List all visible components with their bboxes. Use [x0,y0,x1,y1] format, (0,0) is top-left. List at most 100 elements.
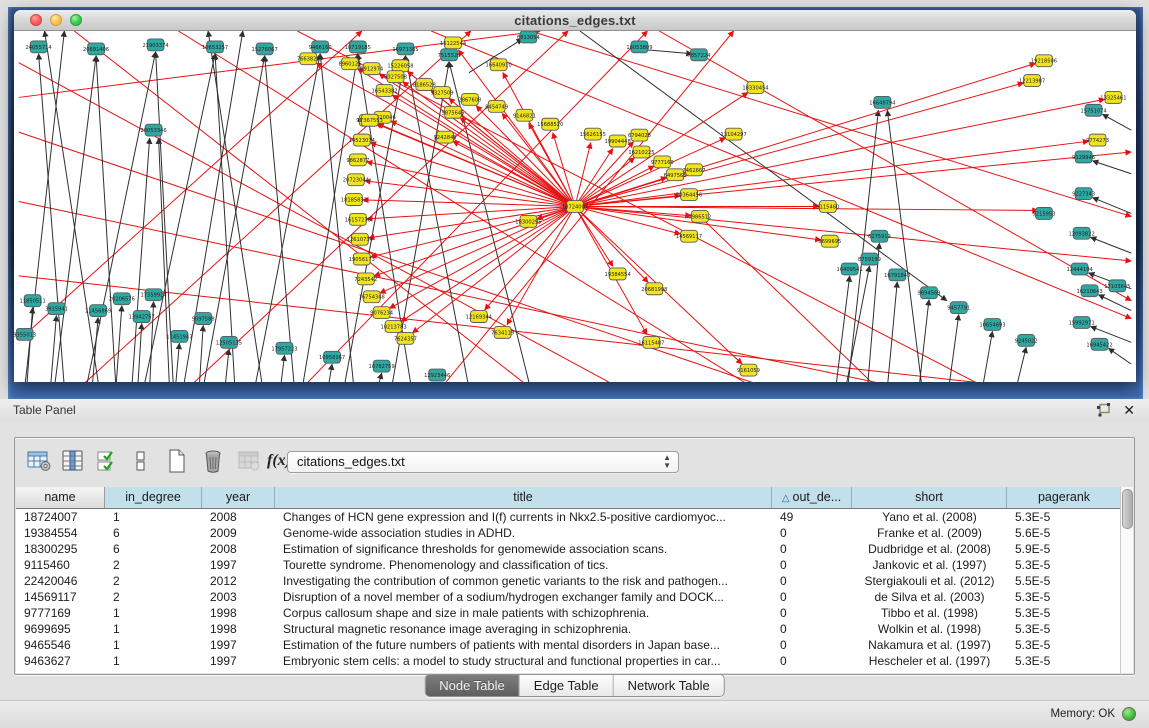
graph-node[interactable]: 8759199 [858,253,881,265]
graph-node[interactable]: 9076234 [370,307,393,319]
graph-node[interactable]: 9862877 [346,154,369,166]
graph-node[interactable]: 17957223 [271,342,297,354]
graph-node[interactable]: 6275919 [868,230,891,242]
graph-node[interactable]: 20681998 [641,283,667,295]
graph-node[interactable]: 20206576 [109,293,135,305]
graph-node[interactable]: 8186528 [413,79,436,91]
graph-node[interactable]: 10958167 [319,351,345,363]
graph-node[interactable]: 9466160 [309,41,332,53]
column-header-year[interactable]: year [202,487,275,508]
table-settings-icon[interactable] [25,447,53,475]
graph-node[interactable]: 7663822 [297,53,320,65]
graph-node[interactable]: 9146821 [513,109,536,121]
graph-node[interactable]: 16640910 [486,59,512,71]
graph-node[interactable]: 20053346 [141,124,167,136]
column-header-out-de-[interactable]: △out_de... [772,487,852,508]
graph-node[interactable]: 16782759 [369,360,395,372]
graph-node[interactable]: 16543382 [372,85,398,97]
memory-status-icon[interactable] [1122,707,1136,721]
select-column-icon[interactable] [59,447,87,475]
graph-node[interactable]: 19218506 [1031,55,1057,67]
graph-node[interactable]: 9227343 [1072,188,1095,200]
column-pair-icon[interactable] [127,447,155,475]
graph-node[interactable]: 9457791 [947,302,970,314]
graph-node[interactable]: 9245022 [1015,334,1038,346]
graph-node[interactable]: 9097588 [192,313,215,325]
graph-node[interactable]: 7624357 [394,332,417,344]
table-row[interactable]: 977716911998Corpus callosum shape and si… [16,605,1122,621]
graph-node[interactable]: 20723044 [343,174,369,186]
graph-node[interactable]: 9777169 [651,156,674,168]
graph-node[interactable]: 9129946 [1072,151,1095,163]
graph-node[interactable]: 8912974 [360,63,383,75]
graph-node[interactable]: 16971385 [392,43,418,55]
graph-node[interactable]: 20691406 [83,43,109,55]
network-canvas[interactable]: 1872400776638228960125891297415226058932… [14,31,1136,382]
table-row[interactable]: 1938455462009Genome-wide association stu… [16,525,1122,541]
scrollbar-thumb[interactable] [1122,489,1133,529]
window-titlebar[interactable]: citations_edges.txt [14,10,1136,31]
column-header-short[interactable]: short [852,487,1007,508]
graph-node[interactable]: 16115487 [638,336,664,348]
graph-node[interactable]: 19384554 [605,268,631,280]
graph-node[interactable]: 9161059 [737,364,760,376]
graph-node[interactable]: 16409541 [837,263,863,275]
graph-node[interactable]: 15226058 [387,60,413,72]
graph-node[interactable]: 9699695 [818,235,841,247]
graph-node[interactable]: 8960125 [338,58,361,70]
table-row[interactable]: 1830029562008Estimation of significance … [16,541,1122,557]
network-view-window[interactable]: citations_edges.txt 18724007766382289601… [14,10,1136,382]
graph-node[interactable]: 2867608 [458,93,481,105]
graph-node[interactable]: 3915941 [45,303,68,315]
graph-node[interactable]: 12169344 [466,311,492,323]
graph-node[interactable]: 19904448 [605,135,631,147]
graph-node[interactable]: 7243542 [354,273,377,285]
graph-node[interactable]: 16157278 [345,213,371,225]
graph-node[interactable]: 12505135 [216,336,242,348]
graph-node[interactable]: 16053809 [626,41,652,53]
table-row[interactable]: 946362711997Embryonic stem cells: a mode… [16,653,1122,669]
graph-node[interactable]: 9242848 [434,131,457,143]
graph-node[interactable]: 9774273 [1086,134,1109,146]
graph-node[interactable]: 7634119 [491,326,514,338]
table-select-combobox[interactable]: citations_edges.txt ▲▼ [287,451,679,473]
column-header-pagerank[interactable]: pagerank [1007,487,1122,508]
float-panel-icon[interactable] [1096,403,1111,418]
graph-node[interactable]: 15626155 [580,128,606,140]
graph-node[interactable]: 12923446 [424,369,450,381]
close-panel-icon[interactable]: ✕ [1123,401,1135,419]
table-row[interactable]: 969969511998Structural magnetic resonanc… [16,621,1122,637]
table-row[interactable]: 1456911722003Disruption of a novel membe… [16,589,1122,605]
graph-node[interactable]: 7986512 [688,210,711,222]
graph-node[interactable]: 17103645 [1104,280,1130,292]
graph-node[interactable]: 9355013 [14,328,36,340]
table-row[interactable]: 1872400712008Changes of HCN gene express… [16,509,1122,525]
graph-node[interactable]: 13325461 [1100,91,1126,103]
graph-node[interactable]: 18185832 [341,194,367,206]
tab-network-table[interactable]: Network Table [614,675,724,696]
graph-node[interactable]: 11850511 [20,295,46,307]
vertical-scrollbar[interactable] [1120,487,1133,673]
graph-node[interactable]: 10653257 [202,41,228,53]
graph-node[interactable]: 8813054 [517,31,540,43]
graph-node[interactable]: 11456869 [85,305,111,317]
graph-node[interactable]: 16648794 [869,96,895,108]
graph-node[interactable]: 9327508 [384,71,407,83]
delete-trash-icon[interactable] [199,447,227,475]
graph-node[interactable]: 7462667 [683,164,706,176]
tab-edge-table[interactable]: Edge Table [520,675,614,696]
select-rows-icon[interactable] [93,447,121,475]
graph-node[interactable]: 9115460 [816,201,839,213]
new-document-icon[interactable] [163,447,191,475]
graph-node[interactable]: 15276067 [252,43,278,55]
graph-node[interactable]: 9215953 [1033,207,1056,219]
graph-node[interactable]: 13942757 [129,311,155,323]
graph-node[interactable]: 14569117 [676,230,702,242]
graph-node[interactable]: 7515526 [438,49,461,61]
tab-node-table[interactable]: Node Table [425,675,520,696]
graph-node[interactable]: 5875645 [442,106,465,118]
column-header-in-degree[interactable]: in_degree [105,487,202,508]
column-header-title[interactable]: title [275,487,772,508]
table-row[interactable]: 911546021997Tourette syndrome. Phenomeno… [16,557,1122,573]
column-header-name[interactable]: name [16,487,105,508]
